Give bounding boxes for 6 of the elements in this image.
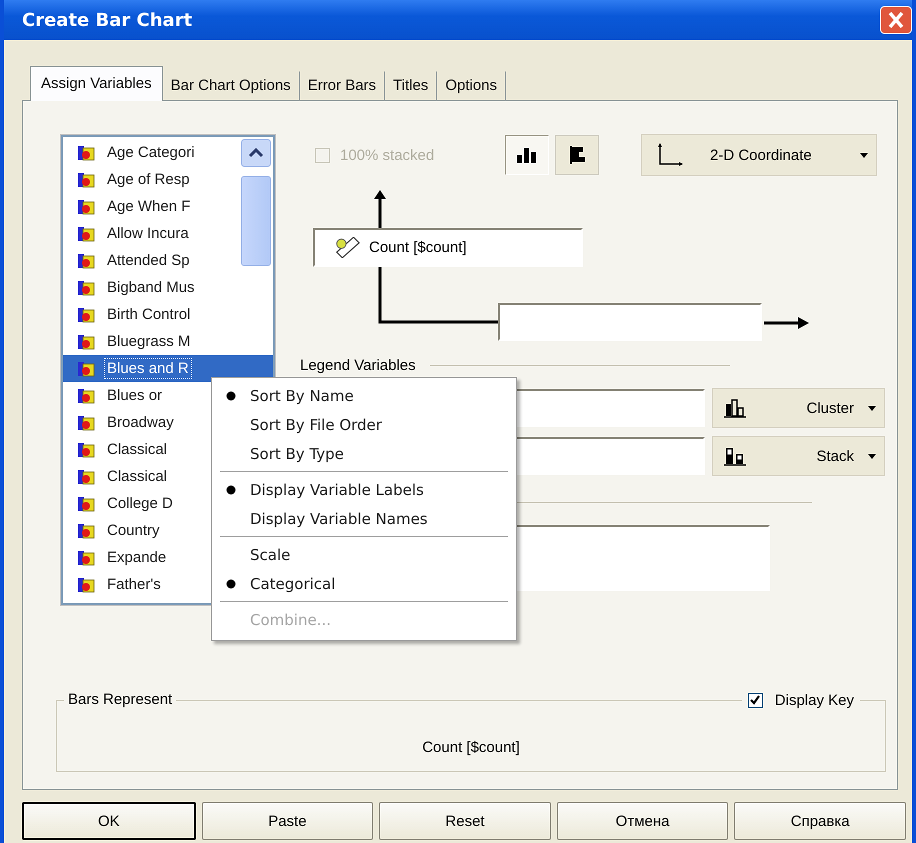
y-axis-variable: Count [$count] xyxy=(369,239,467,256)
window-title: Create Bar Chart xyxy=(22,10,192,30)
section-label: Legend Variables xyxy=(300,356,416,374)
checkbox-label: 100% stacked xyxy=(340,146,434,164)
bars-represent-value: Count [$count] xyxy=(422,739,520,756)
checkbox-label: Display Key xyxy=(774,692,854,708)
